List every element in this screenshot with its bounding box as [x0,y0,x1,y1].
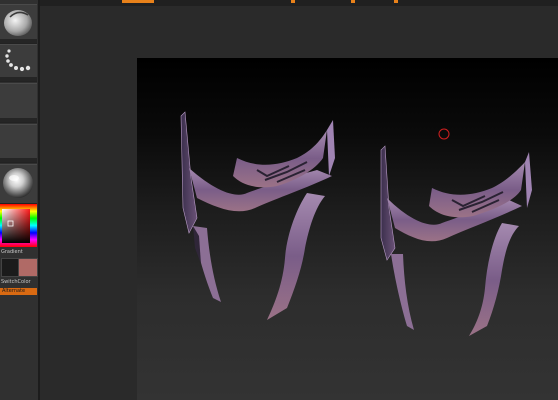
zbrush-window: Gradient SwitchColor Alternate [0,0,558,400]
alternate-button[interactable]: Alternate [0,288,37,295]
switch-color-label: SwitchColor [1,279,31,285]
stroke-slot-caption [0,77,37,81]
secondary-color-swatch[interactable] [18,258,38,277]
color-picker[interactable] [0,204,37,247]
alpha-slot-caption [0,118,37,122]
top-marker-2[interactable] [351,0,355,3]
viewport-canvas[interactable] [137,58,558,400]
gradient-label: Gradient [1,249,23,255]
main-color-swatch[interactable] [1,258,19,277]
material-slot[interactable] [0,164,37,204]
clay-brush-icon [4,10,32,36]
model-render [180,111,532,336]
top-marker-1[interactable] [291,0,295,3]
tiara-model-right[interactable] [380,145,532,336]
left-shelf: Gradient SwitchColor Alternate [0,0,40,400]
top-marker-3[interactable] [394,0,398,3]
alpha-slot[interactable] [0,83,37,123]
top-tab-indicator[interactable] [122,0,154,3]
stroke-slot[interactable] [0,44,37,82]
color-spectrum[interactable] [0,204,37,247]
brush-slot-caption [0,39,37,43]
brush-slot[interactable] [0,4,37,44]
tiara-model-left[interactable] [180,111,335,320]
texture-slot[interactable] [0,124,37,163]
matcap-sphere-icon [3,168,33,198]
dots-stroke-icon [5,49,31,72]
texture-slot-caption [0,158,37,162]
brush-cursor-icon [438,128,450,140]
